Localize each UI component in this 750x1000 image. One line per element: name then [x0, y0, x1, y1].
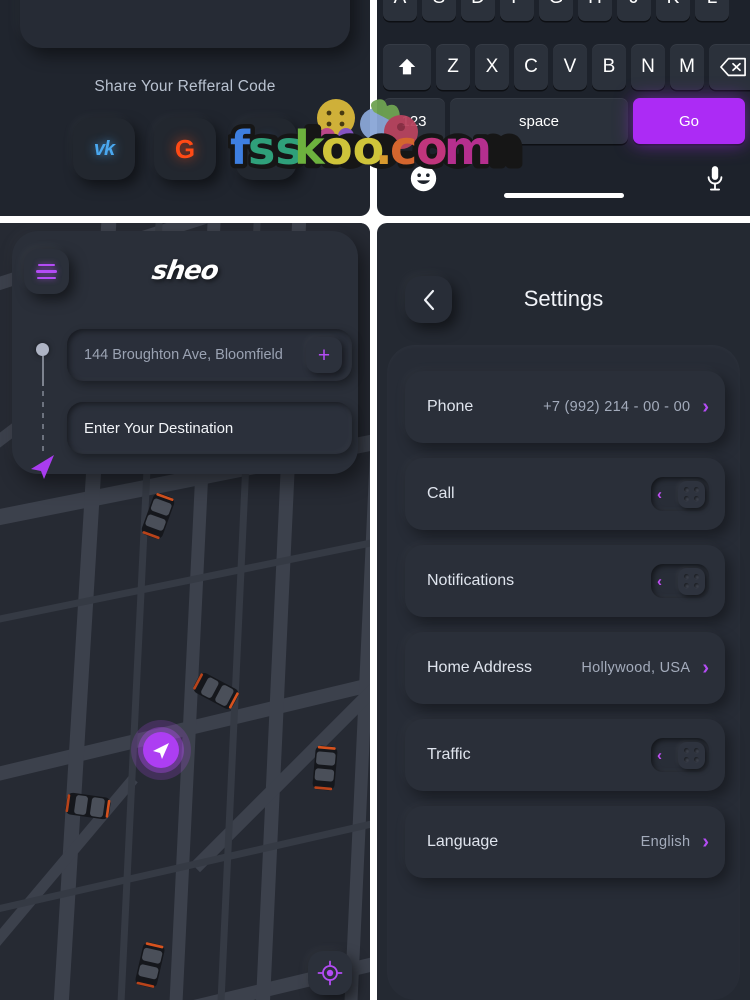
- settings-row-label: Phone: [427, 398, 474, 415]
- key-l[interactable]: L: [695, 0, 729, 21]
- key-v[interactable]: V: [553, 44, 587, 90]
- key-x[interactable]: X: [475, 44, 509, 90]
- chevron-right-icon[interactable]: ›: [702, 397, 709, 417]
- share-facebook-button[interactable]: f: [235, 118, 297, 180]
- destination-placeholder: Enter Your Destination: [84, 419, 234, 437]
- keyboard-panel: A S D F G H J K L Z X C V B N M: [377, 0, 750, 216]
- settings-row-notifications[interactable]: Notifications ‹: [405, 545, 725, 617]
- microphone-icon: [707, 166, 723, 191]
- settings-list: Phone +7 (992) 214 - 00 - 00 › Call ‹ No…: [387, 345, 740, 1000]
- share-referral-title: Share Your Refferal Code: [94, 78, 276, 95]
- locate-me-button[interactable]: [308, 951, 352, 995]
- key-z[interactable]: Z: [436, 44, 470, 90]
- settings-row-label: Notifications: [427, 572, 515, 589]
- key-d[interactable]: D: [461, 0, 495, 21]
- add-stop-button[interactable]: +: [306, 337, 342, 373]
- key-s[interactable]: S: [422, 0, 456, 21]
- settings-row-value: English: [640, 834, 691, 850]
- home-indicator: [503, 193, 624, 198]
- shift-icon: [398, 58, 416, 75]
- emoji-key[interactable]: [409, 164, 438, 197]
- settings-row-home-address[interactable]: Home Address Hollywood, USA ›: [405, 632, 725, 704]
- map-search-card: sheo 144 Broughton Ave, Bloomfield + Ent…: [12, 231, 358, 479]
- referral-card: UI8THEBEST01: [20, 0, 350, 48]
- key-c[interactable]: C: [514, 44, 548, 90]
- pickup-address-text: 144 Broughton Ave, Bloomfield: [84, 347, 283, 363]
- key-m[interactable]: M: [670, 44, 704, 90]
- settings-row-phone[interactable]: Phone +7 (992) 214 - 00 - 00 ›: [405, 371, 725, 443]
- notifications-toggle[interactable]: ‹: [651, 564, 709, 598]
- shift-key[interactable]: [383, 44, 431, 90]
- pickup-address-field[interactable]: 144 Broughton Ave, Bloomfield +: [67, 329, 352, 381]
- keyboard-row-home: A S D F G H J K L: [383, 0, 729, 21]
- route-rail: [31, 343, 54, 479]
- share-vk-button[interactable]: vk: [73, 118, 135, 180]
- key-n[interactable]: N: [631, 44, 665, 90]
- panel-divider-vertical: [370, 0, 377, 1000]
- keyboard-row-bottom-letters: Z X C V B N M: [383, 44, 750, 90]
- facebook-icon: f: [261, 133, 271, 164]
- key-h[interactable]: H: [578, 0, 612, 21]
- destination-input[interactable]: Enter Your Destination: [67, 402, 352, 454]
- go-key[interactable]: Go: [633, 98, 745, 144]
- key-j[interactable]: J: [617, 0, 651, 21]
- map-panel: sheo 144 Broughton Ave, Bloomfield + Ent…: [0, 223, 370, 1000]
- referral-panel: UI8THEBEST01 Share Your Refferal Code vk…: [0, 0, 370, 216]
- screenshot-root: UI8THEBEST01 Share Your Refferal Code vk…: [0, 0, 750, 1000]
- locate-target-icon: [317, 960, 343, 986]
- settings-row-label: Home Address: [427, 659, 532, 676]
- settings-row-value: Hollywood, USA: [581, 660, 691, 676]
- settings-row-label: Traffic: [427, 746, 471, 763]
- settings-panel: Settings Phone +7 (992) 214 - 00 - 00 › …: [377, 223, 750, 1000]
- page-title: Settings: [523, 286, 604, 311]
- backspace-key[interactable]: [709, 44, 750, 90]
- settings-row-label: Call: [427, 485, 455, 502]
- toggle-knob: [678, 567, 705, 595]
- pickup-dot-icon: [36, 343, 49, 356]
- share-google-button[interactable]: G: [154, 118, 216, 180]
- key-k[interactable]: K: [656, 0, 690, 21]
- chevron-left-icon: ‹: [657, 485, 662, 503]
- chevron-left-icon: ‹: [657, 572, 662, 590]
- chevron-left-icon: ‹: [657, 746, 662, 764]
- key-g[interactable]: G: [539, 0, 573, 21]
- mic-key[interactable]: [704, 164, 726, 199]
- keyboard-utility-row: [377, 160, 750, 206]
- key-b[interactable]: B: [592, 44, 626, 90]
- keyboard-row-modifiers: 123 space Go: [383, 98, 745, 144]
- settings-row-value: +7 (992) 214 - 00 - 00: [543, 399, 691, 415]
- call-toggle[interactable]: ‹: [651, 477, 709, 511]
- chevron-right-icon[interactable]: ›: [702, 658, 709, 678]
- key-f[interactable]: F: [500, 0, 534, 21]
- toggle-knob: [678, 741, 705, 769]
- vk-icon: vk: [93, 137, 115, 160]
- settings-row-label: Language: [427, 833, 499, 850]
- chevron-right-icon[interactable]: ›: [702, 832, 709, 852]
- destination-arrow-icon: [28, 451, 58, 486]
- settings-row-language[interactable]: Language English ›: [405, 806, 725, 878]
- traffic-toggle[interactable]: ‹: [651, 738, 709, 772]
- social-share-row: vk G f: [0, 118, 370, 180]
- app-logo: sheo: [149, 256, 221, 286]
- settings-row-traffic[interactable]: Traffic ‹: [405, 719, 725, 791]
- toggle-knob: [678, 480, 705, 508]
- key-a[interactable]: A: [383, 0, 417, 21]
- emoji-icon: [410, 165, 437, 192]
- google-icon: G: [174, 133, 196, 164]
- numbers-key[interactable]: 123: [383, 98, 445, 144]
- backspace-icon: [720, 57, 746, 77]
- panel-divider-horizontal: [0, 216, 750, 223]
- space-key[interactable]: space: [450, 98, 628, 144]
- settings-row-call[interactable]: Call ‹: [405, 458, 725, 530]
